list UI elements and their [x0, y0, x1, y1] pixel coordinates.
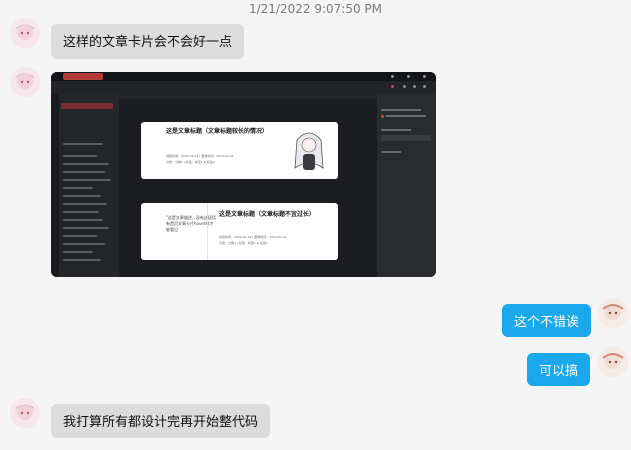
card-tags: 分类：分类1 | 标签：标签1 & 标签2	[219, 241, 268, 245]
contact-avatar[interactable]	[10, 398, 40, 428]
close-icon	[423, 75, 426, 78]
anime-avatar-icon	[10, 18, 40, 48]
chat-message-bubble[interactable]: 我打算所有都设计完再开始整代码	[51, 404, 271, 438]
article-card-preview: 这是文章标题（文章标题较长的情况） 创建时间：2022-01-21 | 更新时间…	[141, 122, 338, 179]
anime-character-icon	[294, 132, 324, 170]
anime-avatar-icon	[598, 347, 628, 377]
anime-avatar-icon	[598, 298, 628, 328]
app-titlebar	[51, 72, 436, 81]
app-tab	[63, 73, 103, 80]
card-meta: 创建时间：2022-01-21 | 更新时间：2022-01-21	[166, 154, 234, 158]
maximize-icon	[407, 75, 410, 78]
share-icon	[403, 85, 406, 88]
own-avatar[interactable]	[598, 298, 628, 328]
play-icon	[413, 85, 416, 88]
screenshot-image-message[interactable]: 这是文章标题（文章标题较长的情况） 创建时间：2022-01-21 | 更新时间…	[51, 72, 436, 277]
selected-layer	[61, 103, 113, 109]
layers-panel	[59, 93, 119, 277]
anime-avatar-icon	[10, 398, 40, 428]
contact-avatar[interactable]	[10, 18, 40, 48]
user-avatar-icon	[391, 85, 394, 88]
own-avatar[interactable]	[598, 347, 628, 377]
canvas-ruler	[119, 93, 377, 99]
card-tags: 分类：分类1 | 标签：标签1 & 标签2	[166, 160, 215, 164]
chat-message-bubble[interactable]: 这样的文章卡片会不会好一点	[51, 24, 245, 59]
chat-message-bubble[interactable]: 这个不错诶	[502, 304, 592, 337]
card-title: 这是文章标题（文章标题不宜过长）	[219, 211, 316, 218]
message-timestamp: 1/21/2022 9:07:50 PM	[248, 2, 382, 16]
contact-avatar[interactable]	[10, 67, 40, 97]
properties-panel	[377, 93, 436, 277]
card-description: "这是文章描述，没有这段话有首页文章卡片hover时才能看见	[166, 215, 216, 232]
anime-avatar-icon	[10, 67, 40, 97]
tool-sidebar	[51, 93, 59, 277]
chat-message-bubble[interactable]: 可以搞	[527, 353, 591, 386]
card-title: 这是文章标题（文章标题较长的情况）	[166, 128, 269, 135]
article-card-preview: "这是文章描述，没有这段话有首页文章卡片hover时才能看见 这是文章标题（文章…	[141, 203, 338, 260]
minimize-icon	[391, 75, 394, 78]
settings-icon	[423, 85, 426, 88]
card-meta: 创建时间：2022-01-21 | 更新时间：2022-01-21	[219, 235, 287, 239]
